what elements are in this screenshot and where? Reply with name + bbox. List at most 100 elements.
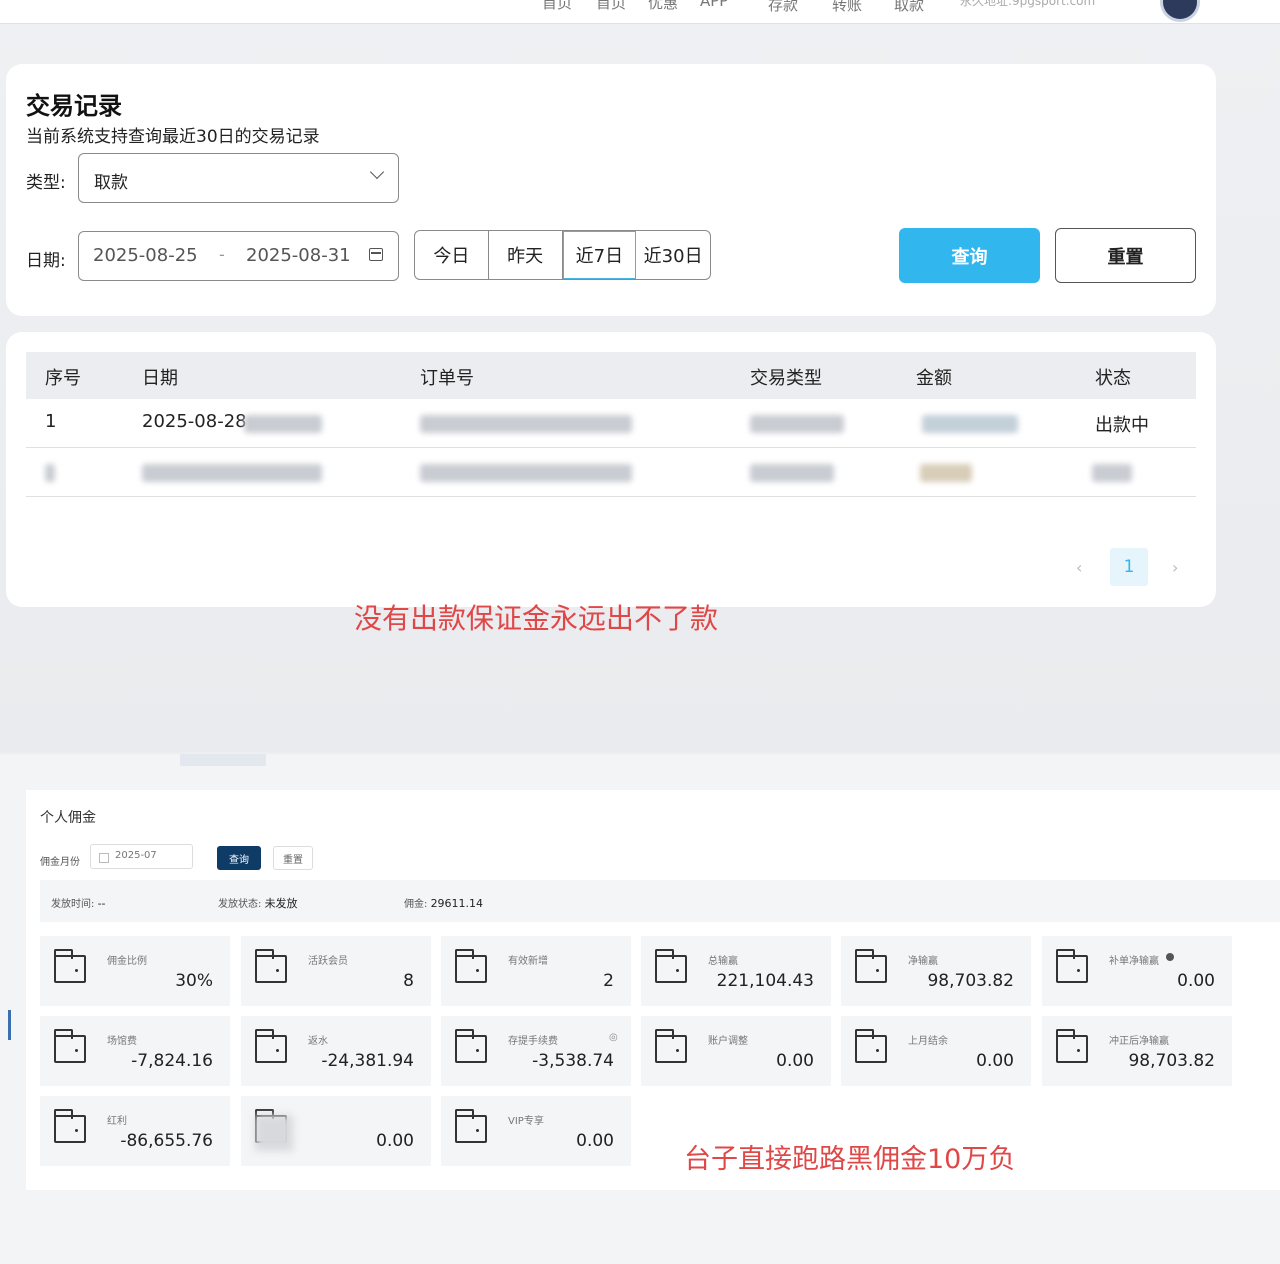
type-label: 类型: [26,173,66,193]
commission-amount-label: 佣金: [404,899,428,910]
wallet-icon [255,949,287,983]
date-start[interactable]: 2025-08-25 [93,245,198,266]
bottom-tab-strip [0,754,1280,768]
quick-range-group: 今日 昨天 近7日 近30日 [414,230,711,280]
pagination-page-1[interactable]: 1 [1110,548,1148,586]
row-status: 出款中 [1095,415,1149,436]
stat-vip-exclusive: VIP专享 0.00 [441,1096,631,1166]
col-index: 序号 [45,368,81,389]
stat-label: 返水 [308,1036,328,1047]
commission-title: 个人佣金 [40,810,96,826]
nav-item-promo[interactable]: 优惠 [648,0,678,13]
stat-value: 0.00 [776,1051,814,1071]
stat-net-winloss: 净输赢 98,703.82 [841,936,1031,1006]
nav-item-app[interactable]: APP [700,0,728,10]
nav-item-home[interactable]: 首页 [542,0,572,13]
quick-30days-button[interactable]: 近30日 [636,231,710,279]
records-table-card: 序号 日期 订单号 交易类型 金额 状态 1 2025-08-28 出款中 ‹ … [6,332,1216,607]
commission-amount-value: 29611.14 [430,897,484,910]
redacted-type [750,464,834,482]
stat-account-adjust: 账户调整 0.00 [641,1016,831,1086]
stat-bonus: 红利 -86,655.76 [40,1096,230,1166]
wallet-icon [255,1029,287,1063]
stat-value: -7,824.16 [131,1051,213,1071]
stat-value: 0.00 [1177,971,1215,991]
stat-value: 2 [603,971,614,991]
avatar[interactable] [1160,0,1200,22]
wallet-icon [655,1029,687,1063]
stat-label: 净输赢 [908,956,938,967]
eye-icon[interactable]: ◎ [609,1032,618,1043]
nav-item-withdraw[interactable]: 取款 [894,0,924,15]
nav-search-text[interactable]: 永久地址:9pgsport.com [960,0,1095,9]
commission-query-button[interactable]: 查询 [217,846,261,870]
pagination-next-icon[interactable]: › [1172,558,1178,577]
date-separator: - [219,245,225,264]
nav-item-deposit[interactable]: 存款 [768,0,798,15]
table-header: 序号 日期 订单号 交易类型 金额 状态 [26,352,1196,399]
type-select-value: 取款 [94,173,128,193]
stat-label: 总输赢 [708,956,738,967]
col-status: 状态 [1095,368,1131,389]
stat-label: 冲正后净输赢 [1109,1036,1169,1047]
help-icon[interactable] [1166,953,1174,961]
stat-label: 场馆费 [107,1036,137,1047]
info-bar: 发放时间: -- 发放状态: 未发放 佣金: 29611.14 [40,880,1280,922]
quick-yesterday-button[interactable]: 昨天 [489,231,563,279]
wallet-icon [855,949,887,983]
quick-today-button[interactable]: 今日 [415,231,489,279]
page-title: 交易记录 [26,92,122,120]
stat-value: 0.00 [376,1131,414,1151]
payout-status: 发放状态: 未发放 [218,895,298,911]
pagination-prev-icon[interactable]: ‹ [1076,558,1082,577]
redacted-status [1092,464,1132,482]
stat-value: 0.00 [976,1051,1014,1071]
stat-value: -24,381.94 [321,1051,414,1071]
stat-label: 补单净输赢 [1109,956,1159,967]
stat-deposit-withdraw-fee: 存提手续费 ◎ -3,538.74 [441,1016,631,1086]
date-range-picker[interactable]: 2025-08-25 - 2025-08-31 [78,231,399,281]
stat-label: 存提手续费 [508,1036,558,1047]
wallet-icon [1056,949,1088,983]
active-tab-indicator[interactable] [180,754,266,766]
nav-item-transfer[interactable]: 转账 [832,0,862,15]
stat-label: 账户调整 [708,1036,748,1047]
month-label: 佣金月份 [40,857,80,868]
query-button[interactable]: 查询 [899,228,1040,283]
redacted-index [45,464,55,482]
stat-value: 0.00 [576,1131,614,1151]
payout-time: 发放时间: -- [51,895,106,910]
stat-value: 8 [403,971,414,991]
stat-redacted: 0.00 [241,1096,431,1166]
stat-rebate: 返水 -24,381.94 [241,1016,431,1086]
payout-status-label: 发放状态: [218,899,262,910]
stat-commission-rate: 佣金比例 30% [40,936,230,1006]
wallet-icon [655,949,687,983]
stat-value: 98,703.82 [1128,1051,1215,1071]
annotation-bottom: 台子直接跑路黑佣金10万负 [684,1144,1016,1175]
type-select[interactable]: 取款 [78,153,399,203]
stat-label: 佣金比例 [107,956,147,967]
payout-status-value: 未发放 [264,897,298,910]
month-input[interactable]: 2025-07 [90,844,193,869]
calendar-icon[interactable] [369,248,383,261]
commission-screen: 个人佣金 佣金月份 2025-07 查询 重置 发放时间: -- 发放状态: 未… [0,754,1280,1264]
table-row [26,448,1196,497]
reset-button[interactable]: 重置 [1055,228,1196,283]
date-end[interactable]: 2025-08-31 [246,245,351,266]
quick-7days-button[interactable]: 近7日 [562,231,637,279]
redacted-amount [920,464,972,482]
redacted-date [142,464,322,482]
redacted-type [750,415,844,433]
wallet-icon [855,1029,887,1063]
left-edge-marker [8,1010,11,1040]
wallet-icon [455,949,487,983]
top-nav: 首页 首页 优惠 APP 存款 转账 取款 永久地址:9pgsport.com [0,0,1280,24]
row-index: 1 [45,411,57,432]
stat-label: 红利 [107,1116,127,1127]
col-date: 日期 [142,368,178,389]
col-type: 交易类型 [750,368,822,389]
stat-label: 活跃会员 [308,956,348,967]
nav-item-home-2[interactable]: 首页 [596,0,626,13]
commission-reset-button[interactable]: 重置 [273,846,313,870]
